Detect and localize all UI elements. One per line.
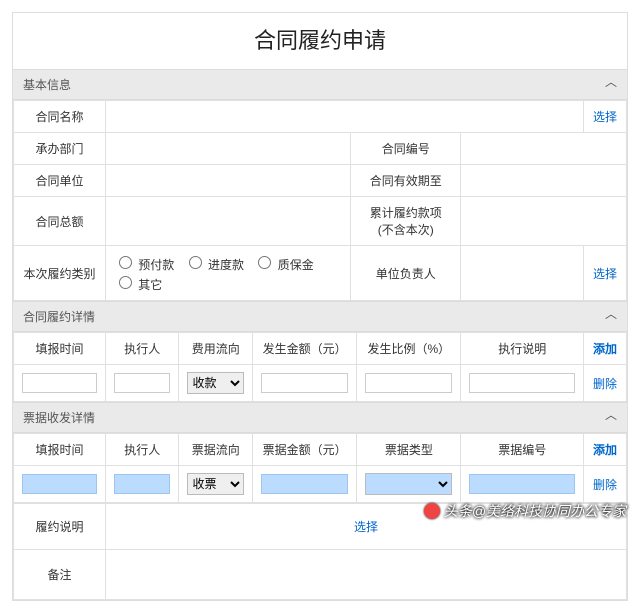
value-unit-head [461,246,584,301]
invoice-type-select[interactable] [365,473,452,495]
chevron-up-icon: ︿ [605,305,617,322]
value-remark [105,550,626,600]
label-perform-desc: 履约说明 [14,504,106,550]
section-basic-label: 基本信息 [23,78,71,92]
watermark-text: 头条@美络科技协同办公专家 [444,501,626,521]
label-type: 本次履约类别 [14,246,106,301]
invoice-flow-select[interactable]: 收票 [187,473,244,495]
label-remark: 备注 [14,550,106,600]
select-unit-head-button[interactable]: 选择 [584,246,627,301]
chevron-up-icon: ︿ [605,406,617,423]
label-contract-no: 合同编号 [351,133,461,165]
invoice-no-input[interactable] [469,474,575,494]
section-perform-header[interactable]: 合同履约详情 ︿ [13,301,627,332]
watermark: 头条@美络科技协同办公专家 [424,501,626,521]
chevron-up-icon: ︿ [605,73,617,90]
page-title: 合同履约申请 [13,23,627,55]
type-radio-group: 预付款 进度款 质保金 其它 [105,246,350,301]
watermark-logo-icon [424,503,440,519]
label-valid-until: 合同有效期至 [351,165,461,197]
basic-info-table: 合同名称 选择 承办部门 合同编号 合同单位 合同有效期至 合同总额 累计履约款… [13,100,627,301]
col-type: 票据类型 [357,434,461,466]
select-contract-button[interactable]: 选择 [584,101,627,133]
col-executor: 执行人 [105,333,179,365]
perform-row: 收款 删除 [14,365,627,402]
section-invoice-header[interactable]: 票据收发详情 ︿ [13,402,627,433]
label-total: 合同总额 [14,197,106,246]
label-unit-head: 单位负责人 [351,246,461,301]
col-flow: 费用流向 [179,333,253,365]
value-valid-until [461,165,627,197]
value-contract-no [461,133,627,165]
value-dept [105,133,350,165]
col-ratio: 发生比例（%） [357,333,461,365]
col-amount: 发生金额（元） [253,333,357,365]
section-invoice-label: 票据收发详情 [23,411,95,425]
col-amount: 票据金额（元） [253,434,357,466]
invoice-amount-input[interactable] [261,474,348,494]
delete-invoice-button[interactable]: 删除 [584,466,627,503]
perform-executor-input[interactable] [114,373,171,393]
label-cumulative: 累计履约款项 (不含本次) [351,197,461,246]
label-unit: 合同单位 [14,165,106,197]
perform-flow-select[interactable]: 收款 [187,372,244,394]
radio-other[interactable]: 其它 [114,278,162,292]
radio-progress[interactable]: 进度款 [184,258,244,272]
col-time: 填报时间 [14,333,106,365]
col-no: 票据编号 [461,434,584,466]
add-invoice-button[interactable]: 添加 [584,434,627,466]
invoice-row: 收票 删除 [14,466,627,503]
add-perform-button[interactable]: 添加 [584,333,627,365]
col-flow: 票据流向 [179,434,253,466]
invoice-executor-input[interactable] [114,474,171,494]
delete-perform-button[interactable]: 删除 [584,365,627,402]
col-executor: 执行人 [105,434,179,466]
section-basic-header[interactable]: 基本信息 ︿ [13,69,627,100]
label-contract-name: 合同名称 [14,101,106,133]
perform-ratio-input[interactable] [365,373,452,393]
invoice-table: 填报时间 执行人 票据流向 票据金额（元） 票据类型 票据编号 添加 收票 删除 [13,433,627,503]
section-perform-label: 合同履约详情 [23,310,95,324]
label-dept: 承办部门 [14,133,106,165]
radio-warranty[interactable]: 质保金 [253,258,313,272]
radio-prepay[interactable]: 预付款 [114,258,174,272]
invoice-time-input[interactable] [22,474,97,494]
col-time: 填报时间 [14,434,106,466]
value-contract-name [105,101,583,133]
perform-amount-input[interactable] [261,373,348,393]
value-unit [105,165,350,197]
perform-desc-input[interactable] [469,373,575,393]
col-desc: 执行说明 [461,333,584,365]
value-total [105,197,350,246]
perform-table: 填报时间 执行人 费用流向 发生金额（元） 发生比例（%） 执行说明 添加 收款… [13,332,627,402]
value-cumulative [461,197,627,246]
perform-time-input[interactable] [22,373,97,393]
